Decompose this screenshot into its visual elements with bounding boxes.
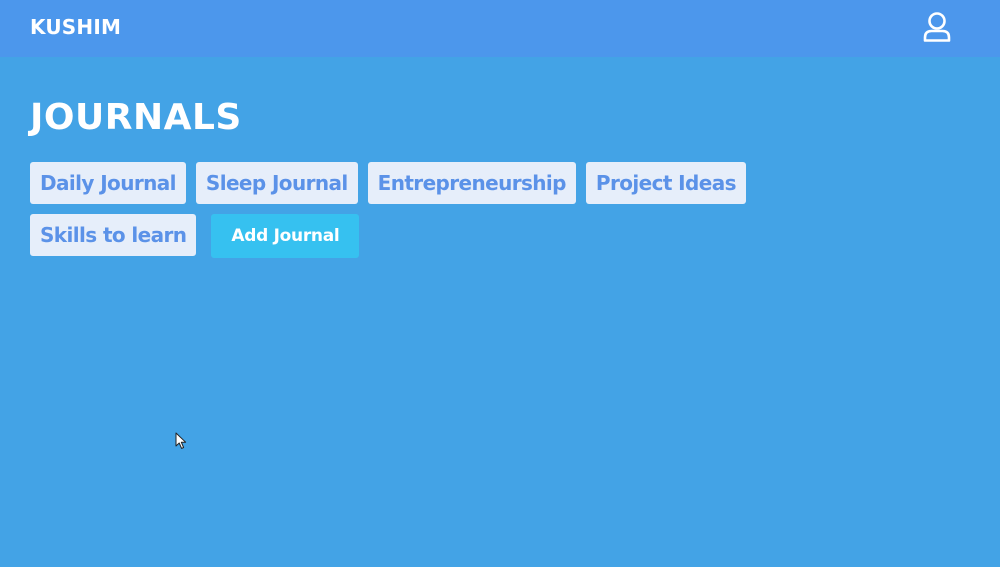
- journal-chip-entrepreneurship[interactable]: Entrepreneurship: [367, 162, 576, 204]
- journal-chip-skills-to-learn[interactable]: Skills to learn: [30, 214, 197, 256]
- journal-chip-daily-journal[interactable]: Daily Journal: [30, 162, 186, 204]
- journal-chip-sleep-journal[interactable]: Sleep Journal: [195, 162, 358, 204]
- add-journal-button[interactable]: Add Journal: [211, 214, 360, 258]
- user-profile-button[interactable]: [918, 8, 956, 46]
- top-navbar: KUSHIM: [0, 0, 1000, 57]
- journal-list: Daily Journal Sleep Journal Entrepreneur…: [30, 162, 830, 258]
- journal-chip-project-ideas[interactable]: Project Ideas: [585, 162, 746, 204]
- brand-logo[interactable]: KUSHIM: [30, 14, 121, 40]
- user-icon: [923, 12, 951, 42]
- mouse-cursor-icon: [175, 432, 187, 449]
- page-title: JOURNALS: [30, 97, 242, 138]
